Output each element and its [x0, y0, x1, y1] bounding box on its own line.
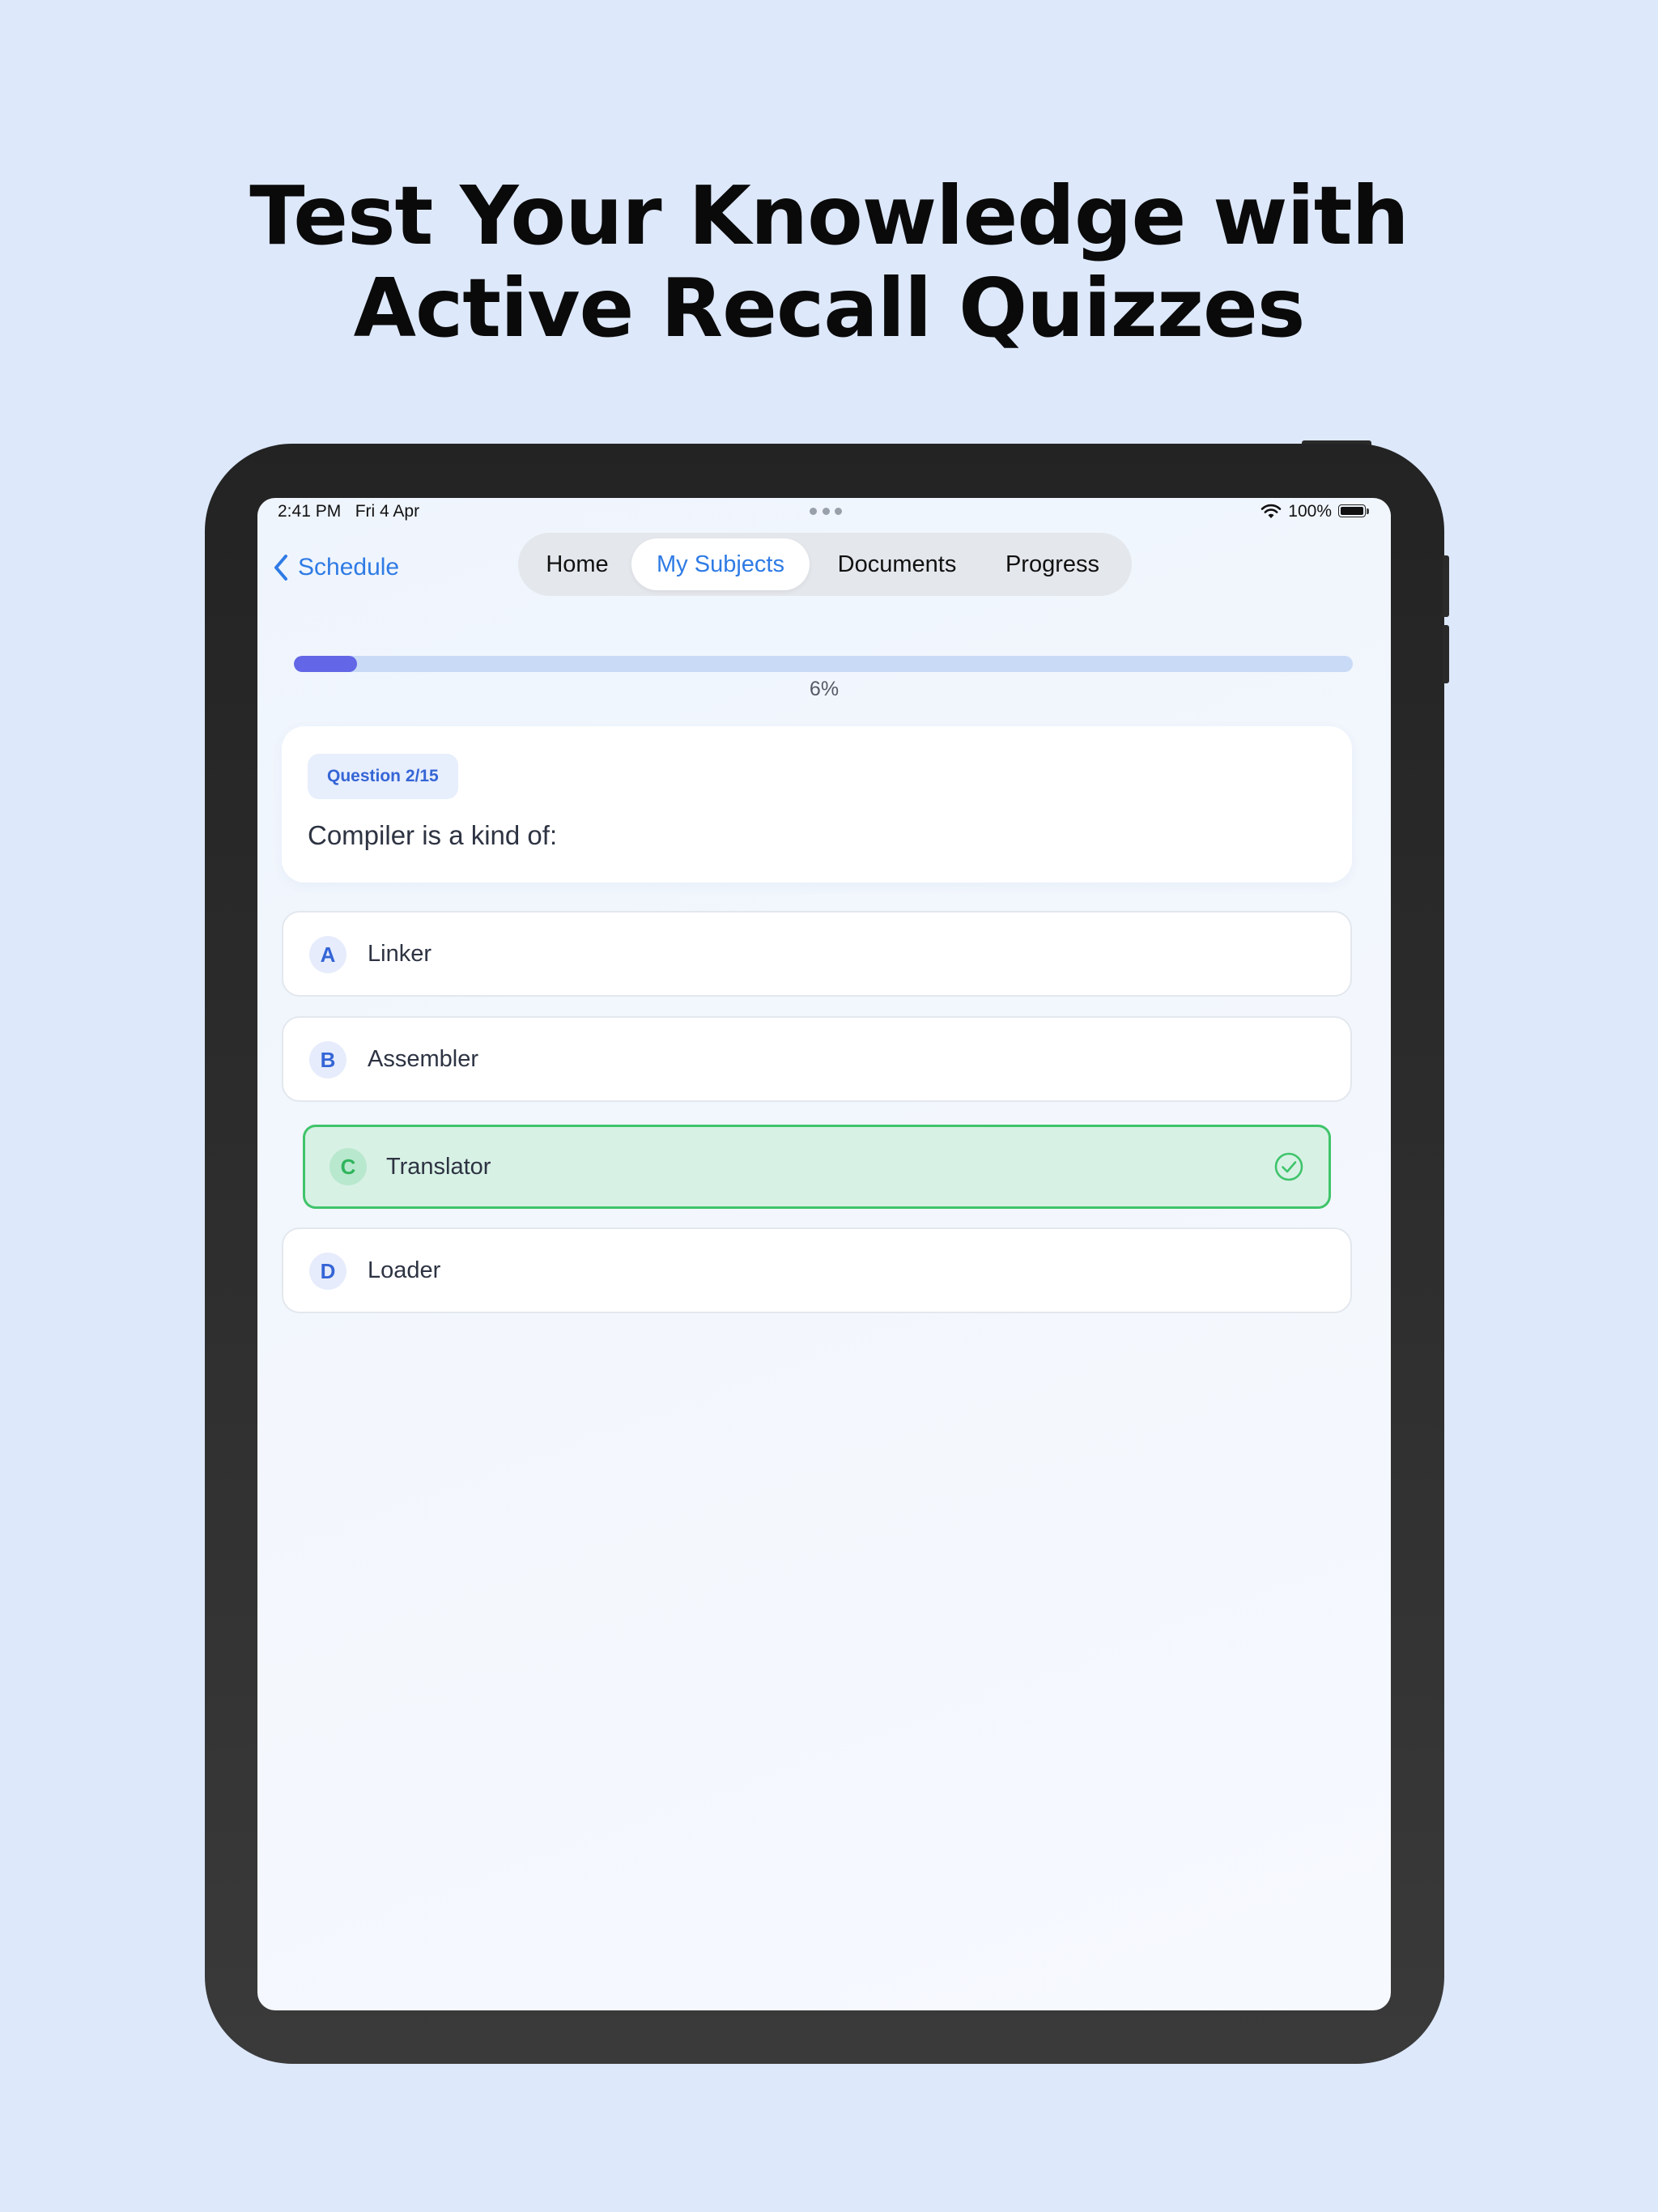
- check-circle-icon: [1274, 1152, 1303, 1181]
- question-card: Question 2/15 Compiler is a kind of:: [282, 726, 1352, 883]
- tab-my-subjects[interactable]: My Subjects: [631, 538, 810, 590]
- option-label: Assembler: [368, 1046, 478, 1072]
- answer-option-d[interactable]: D Loader: [282, 1227, 1352, 1313]
- quiz-progress-fill: [294, 656, 358, 672]
- tab-home[interactable]: Home: [529, 538, 625, 590]
- battery-icon: [1338, 504, 1371, 519]
- quiz-progress-label: 6%: [809, 678, 840, 700]
- answer-option-b[interactable]: B Assembler: [282, 1016, 1352, 1102]
- status-datetime: 2:41 PM Fri 4 Apr: [278, 498, 419, 525]
- device-volume-up-button: [1443, 555, 1449, 617]
- headline-line-2: Active Recall Quizzes: [353, 261, 1306, 355]
- chevron-left-icon: [274, 555, 287, 581]
- tab-bar: Home My Subjects Documents Progress: [518, 533, 1132, 596]
- app-screen: 2:41 PM Fri 4 Apr 100% Schedule Home My …: [257, 498, 1391, 2010]
- option-letter: A: [309, 936, 346, 973]
- option-letter: B: [309, 1041, 346, 1078]
- tab-documents[interactable]: Documents: [816, 538, 978, 590]
- option-label: Loader: [368, 1257, 441, 1283]
- tab-progress[interactable]: Progress: [984, 538, 1120, 590]
- headline-line-1: Test Your Knowledge with: [249, 168, 1409, 263]
- battery-percent: 100%: [1288, 502, 1332, 521]
- quiz-progress-bar: [294, 656, 1353, 672]
- status-indicators: 100%: [1261, 498, 1371, 525]
- device-volume-down-button: [1443, 625, 1449, 683]
- option-label: Translator: [386, 1154, 491, 1180]
- option-letter: C: [329, 1148, 367, 1185]
- option-letter: D: [309, 1253, 346, 1290]
- back-button[interactable]: Schedule: [272, 545, 399, 590]
- answer-option-c[interactable]: C Translator: [303, 1125, 1331, 1209]
- multitasking-dots-icon[interactable]: [810, 508, 842, 516]
- question-counter-badge: Question 2/15: [308, 754, 458, 799]
- back-button-label: Schedule: [298, 554, 400, 581]
- headline: Test Your Knowledge with Active Recall Q…: [0, 170, 1658, 355]
- question-text: Compiler is a kind of:: [308, 820, 558, 850]
- status-time: 2:41 PM: [278, 502, 342, 521]
- option-label: Linker: [368, 941, 432, 967]
- answer-option-a[interactable]: A Linker: [282, 911, 1352, 997]
- wifi-icon: [1261, 504, 1282, 518]
- status-date: Fri 4 Apr: [355, 502, 420, 521]
